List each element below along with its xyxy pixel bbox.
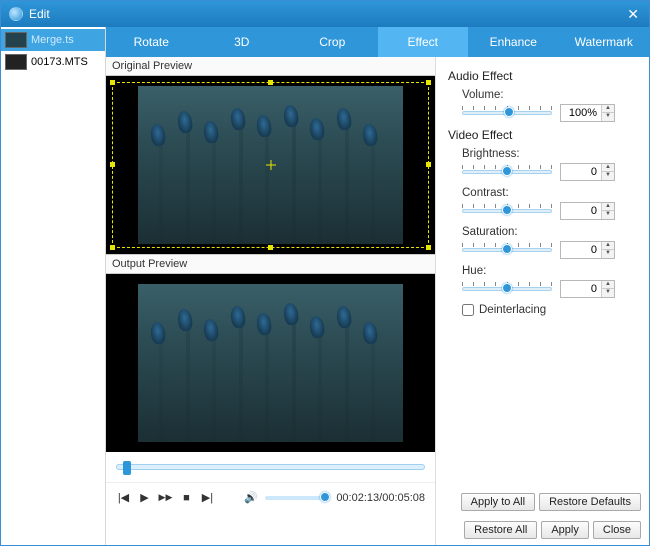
crop-handle-nw[interactable] <box>110 80 115 85</box>
tab-enhance[interactable]: Enhance <box>468 27 559 57</box>
file-name: Merge.ts <box>31 34 74 46</box>
stop-button[interactable]: ■ <box>179 490 194 506</box>
file-thumbnail-icon <box>5 32 27 48</box>
saturation-slider[interactable] <box>462 243 552 257</box>
sidebar-item-00173[interactable]: 00173.MTS <box>1 51 105 73</box>
tab-effect[interactable]: Effect <box>378 27 469 57</box>
spin-up-icon[interactable]: ▲ <box>602 242 614 250</box>
hue-spinner[interactable]: ▲▼ <box>560 280 615 298</box>
timeline-slider[interactable] <box>116 464 425 470</box>
brightness-label: Brightness: <box>462 148 639 160</box>
spin-down-icon[interactable]: ▼ <box>602 113 614 121</box>
volume-thumb[interactable] <box>320 492 330 502</box>
tab-3d[interactable]: 3D <box>197 27 288 57</box>
video-effect-heading: Video Effect <box>448 128 639 142</box>
spin-down-icon[interactable]: ▼ <box>602 289 614 297</box>
timeline-row <box>106 452 435 482</box>
deinterlacing-checkbox[interactable] <box>462 304 474 316</box>
restore-defaults-button[interactable]: Restore Defaults <box>539 493 641 511</box>
spin-up-icon[interactable]: ▲ <box>602 105 614 113</box>
saturation-input[interactable] <box>561 242 601 258</box>
tab-watermark[interactable]: Watermark <box>559 27 650 57</box>
tab-crop[interactable]: Crop <box>287 27 378 57</box>
apply-to-all-button[interactable]: Apply to All <box>461 493 535 511</box>
hue-label: Hue: <box>462 265 639 277</box>
title-bar: Edit ✕ <box>1 1 649 27</box>
play-button[interactable]: ▶ <box>137 490 152 506</box>
output-preview[interactable] <box>106 274 435 452</box>
video-frame-image <box>138 86 403 244</box>
volume-effect-slider[interactable] <box>462 106 552 120</box>
file-sidebar: Merge.ts 00173.MTS <box>1 27 106 545</box>
saturation-label: Saturation: <box>462 226 639 238</box>
hue-slider[interactable] <box>462 282 552 296</box>
contrast-input[interactable] <box>561 203 601 219</box>
effects-panel: Audio Effect Volume: ▲▼ <box>436 57 649 316</box>
hue-input[interactable] <box>561 281 601 297</box>
spin-up-icon[interactable]: ▲ <box>602 203 614 211</box>
original-preview-label: Original Preview <box>106 57 435 76</box>
crop-handle-ne[interactable] <box>426 80 431 85</box>
volume-icon[interactable]: 🔊 <box>244 490 259 506</box>
restore-all-button[interactable]: Restore All <box>464 521 537 539</box>
close-icon[interactable]: ✕ <box>625 6 641 23</box>
sidebar-item-merge[interactable]: Merge.ts <box>1 29 105 51</box>
crop-handle-n[interactable] <box>268 80 273 85</box>
spin-up-icon[interactable]: ▲ <box>602 281 614 289</box>
next-frame-button[interactable]: ▶| <box>200 490 215 506</box>
volume-label: Volume: <box>462 89 639 101</box>
crop-handle-w[interactable] <box>110 162 115 167</box>
saturation-spinner[interactable]: ▲▼ <box>560 241 615 259</box>
file-thumbnail-icon <box>5 54 27 70</box>
step-button[interactable]: ▶▶ <box>158 490 173 506</box>
video-frame-image <box>138 284 403 442</box>
original-preview[interactable] <box>106 76 435 254</box>
volume-input[interactable] <box>561 105 601 121</box>
playback-controls: |◀ ▶ ▶▶ ■ ▶| 🔊 00:02:13/00:05:08 <box>106 482 435 512</box>
apply-button[interactable]: Apply <box>541 521 589 539</box>
app-logo-icon <box>9 7 23 21</box>
crop-handle-e[interactable] <box>426 162 431 167</box>
spin-down-icon[interactable]: ▼ <box>602 172 614 180</box>
time-display: 00:02:13/00:05:08 <box>336 492 425 504</box>
prev-frame-button[interactable]: |◀ <box>116 490 131 506</box>
tab-rotate[interactable]: Rotate <box>106 27 197 57</box>
crop-handle-sw[interactable] <box>110 245 115 250</box>
spin-down-icon[interactable]: ▼ <box>602 211 614 219</box>
spin-up-icon[interactable]: ▲ <box>602 164 614 172</box>
timeline-thumb[interactable] <box>123 461 131 475</box>
crop-handle-s[interactable] <box>268 245 273 250</box>
brightness-spinner[interactable]: ▲▼ <box>560 163 615 181</box>
brightness-slider[interactable] <box>462 165 552 179</box>
file-name: 00173.MTS <box>31 56 88 68</box>
deinterlacing-label: Deinterlacing <box>479 304 546 316</box>
output-preview-label: Output Preview <box>106 254 435 274</box>
contrast-spinner[interactable]: ▲▼ <box>560 202 615 220</box>
preview-column: Original Preview <box>106 57 436 545</box>
close-button[interactable]: Close <box>593 521 641 539</box>
volume-slider[interactable] <box>265 496 331 500</box>
contrast-slider[interactable] <box>462 204 552 218</box>
volume-spinner[interactable]: ▲▼ <box>560 104 615 122</box>
tab-bar: Rotate 3D Crop Effect Enhance Watermark <box>106 27 649 57</box>
contrast-label: Contrast: <box>462 187 639 199</box>
crop-handle-se[interactable] <box>426 245 431 250</box>
window-title: Edit <box>29 7 50 21</box>
spin-down-icon[interactable]: ▼ <box>602 250 614 258</box>
brightness-input[interactable] <box>561 164 601 180</box>
audio-effect-heading: Audio Effect <box>448 69 639 83</box>
